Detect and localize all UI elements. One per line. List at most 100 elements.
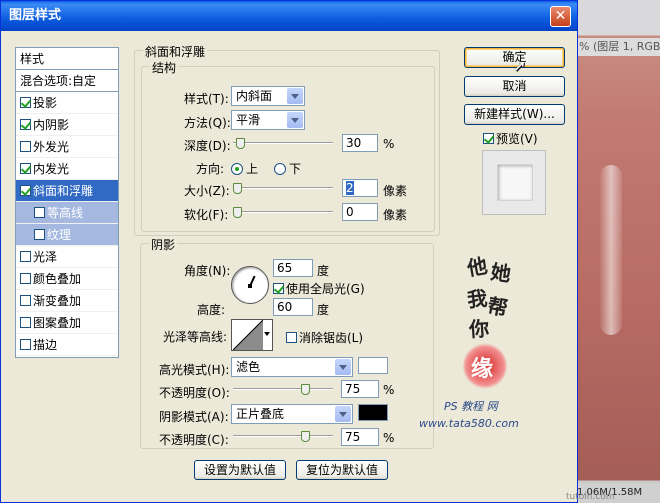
shadow-opacity-thumb[interactable]	[301, 431, 310, 442]
checkbox-icon[interactable]	[20, 251, 31, 262]
style-item-label: 颜色叠加	[33, 272, 82, 286]
highlight-opacity-slider[interactable]	[233, 383, 333, 395]
depth-slider[interactable]	[233, 137, 333, 149]
close-icon[interactable]: ✕	[550, 6, 571, 27]
soften-slider-thumb[interactable]	[233, 207, 242, 218]
size-slider[interactable]	[233, 182, 333, 194]
altitude-input[interactable]: 60	[273, 298, 313, 316]
global-light-label: 使用全局光(G)	[286, 282, 365, 296]
anti-aliased-checkbox[interactable]: 消除锯齿(L)	[286, 329, 363, 346]
signature-char-4: 帮	[485, 293, 510, 321]
checkbox-checked-icon[interactable]	[483, 133, 494, 144]
style-item-1[interactable]: 内阴影	[16, 114, 118, 136]
technique-dropdown[interactable]: 平滑	[231, 110, 305, 130]
direction-label: 方向:	[196, 162, 225, 176]
shadow-opacity-unit: %	[383, 431, 395, 445]
checkbox-icon[interactable]	[34, 229, 45, 240]
style-item-5[interactable]: 等高线	[16, 202, 118, 224]
reset-default-button[interactable]: 复位为默认值	[296, 460, 388, 480]
highlight-color-swatch[interactable]	[358, 357, 388, 374]
direction-up-radio[interactable]: 上	[231, 160, 258, 177]
shadow-opacity-input[interactable]: 75	[341, 428, 379, 446]
preview-checkbox[interactable]: 预览(V)	[483, 130, 538, 147]
checkbox-icon[interactable]	[34, 207, 45, 218]
soften-input[interactable]: 0	[342, 203, 378, 221]
depth-input[interactable]: 30	[342, 134, 378, 152]
style-item-11[interactable]: 描边	[16, 334, 118, 356]
checkbox-checked-icon[interactable]	[273, 283, 284, 294]
corner-watermark: tutoin.com	[566, 492, 615, 502]
document-tab-title[interactable]: % (图层 1, RGB	[575, 38, 660, 56]
contour-chevron-down-icon[interactable]	[264, 332, 270, 339]
checkbox-checked-icon[interactable]	[20, 185, 31, 196]
global-light-checkbox[interactable]: 使用全局光(G)	[273, 280, 365, 297]
chevron-down-icon[interactable]	[287, 88, 303, 104]
style-preview-thumbnail	[482, 150, 546, 215]
checkbox-icon[interactable]	[20, 273, 31, 284]
depth-unit: %	[383, 137, 395, 151]
direction-up-label: 上	[246, 162, 259, 176]
checkbox-checked-icon[interactable]	[20, 97, 31, 108]
style-item-label: 光泽	[33, 250, 58, 264]
make-default-button[interactable]: 设置为默认值	[194, 460, 286, 480]
style-item-9[interactable]: 渐变叠加	[16, 290, 118, 312]
bevel-emboss-title: 斜面和浮雕	[143, 43, 208, 60]
direction-down-radio[interactable]: 下	[274, 160, 301, 177]
size-slider-thumb[interactable]	[233, 183, 242, 194]
highlight-opacity-unit: %	[383, 383, 395, 397]
style-item-7[interactable]: 光泽	[16, 246, 118, 268]
depth-slider-thumb[interactable]	[236, 138, 245, 149]
cancel-button[interactable]: 取消	[464, 76, 565, 97]
style-item-0[interactable]: 投影	[16, 92, 118, 114]
style-item-label: 外发光	[33, 140, 70, 154]
highlight-opacity-input[interactable]: 75	[341, 380, 379, 398]
checkbox-icon[interactable]	[286, 332, 297, 343]
highlight-mode-dropdown[interactable]: 滤色	[231, 357, 353, 377]
seal-character: 缘	[471, 356, 494, 382]
angle-input[interactable]: 65	[273, 259, 313, 277]
size-input[interactable]: 2	[342, 179, 378, 197]
checkbox-icon[interactable]	[20, 295, 31, 306]
shadow-opacity-slider[interactable]	[233, 430, 333, 442]
checkbox-checked-icon[interactable]	[20, 119, 31, 130]
size-value: 2	[346, 181, 354, 195]
depth-label: 深度(D):	[184, 139, 231, 153]
signature-char-5: 你	[468, 316, 490, 342]
style-item-2[interactable]: 外发光	[16, 136, 118, 158]
styles-list: 样式 混合选项:自定 投影 内阴影外发光内发光斜面和浮雕等高线 纹理光泽颜色叠加渐变…	[15, 47, 119, 358]
style-item-6[interactable]: 纹理	[16, 224, 118, 246]
style-item-label: 斜面和浮雕	[33, 184, 94, 198]
chevron-down-icon[interactable]	[335, 359, 351, 375]
style-item-8[interactable]: 颜色叠加	[16, 268, 118, 290]
technique-label: 方法(Q):	[184, 116, 231, 130]
signature-char-2: 她	[489, 259, 513, 287]
structure-title: 结构	[150, 59, 179, 76]
shadow-mode-dropdown[interactable]: 正片叠底	[231, 404, 353, 424]
soften-label: 软化(F):	[184, 208, 229, 222]
new-style-button[interactable]: 新建样式(W)...	[464, 104, 565, 125]
checkbox-icon[interactable]	[20, 339, 31, 350]
blending-options-item[interactable]: 混合选项:自定	[16, 70, 118, 92]
style-item-10[interactable]: 图案叠加	[16, 312, 118, 334]
gloss-contour-picker[interactable]	[231, 319, 273, 351]
site-url-text: www.tata580.com	[419, 417, 519, 430]
dialog-title-bar[interactable]: 图层样式 ✕	[1, 1, 577, 31]
angle-dial[interactable]	[231, 266, 269, 304]
radio-icon[interactable]	[274, 163, 286, 175]
preview-tile	[498, 165, 532, 200]
highlight-opacity-label: 不透明度(O):	[159, 386, 230, 400]
bevel-style-dropdown[interactable]: 内斜面	[231, 86, 305, 106]
checkbox-checked-icon[interactable]	[20, 163, 31, 174]
shadow-opacity-label: 不透明度(C):	[159, 433, 229, 447]
soften-slider[interactable]	[233, 206, 333, 218]
chevron-down-icon[interactable]	[287, 112, 303, 128]
chevron-down-icon[interactable]	[335, 406, 351, 422]
highlight-opacity-thumb[interactable]	[301, 384, 310, 395]
styles-header[interactable]: 样式	[16, 48, 118, 70]
checkbox-icon[interactable]	[20, 317, 31, 328]
style-item-3[interactable]: 内发光	[16, 158, 118, 180]
radio-selected-icon[interactable]	[231, 163, 243, 175]
style-item-4[interactable]: 斜面和浮雕	[16, 180, 118, 202]
shadow-color-swatch[interactable]	[358, 404, 388, 421]
checkbox-icon[interactable]	[20, 141, 31, 152]
